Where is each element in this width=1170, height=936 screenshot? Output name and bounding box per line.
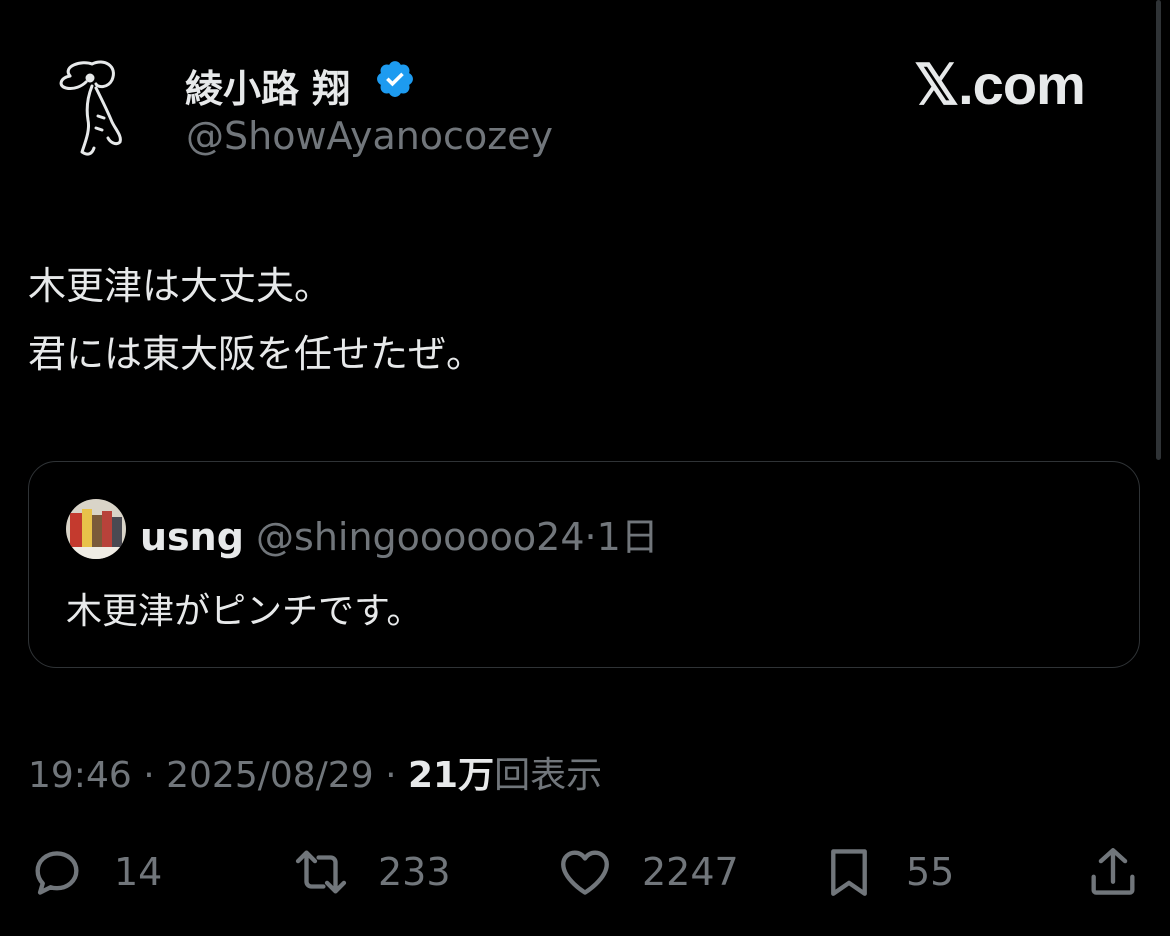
tweet-time[interactable]: 19:46 — [28, 755, 132, 796]
scrollbar[interactable] — [1156, 0, 1161, 460]
share-icon — [1091, 848, 1135, 895]
repost-icon — [295, 850, 347, 894]
heart-icon — [561, 850, 609, 895]
like-button[interactable]: 2247 — [556, 842, 739, 902]
bookmark-icon — [831, 849, 867, 896]
views-label: 回表示 — [494, 755, 603, 796]
tweet-line: 君には東大阪を任せたぜ。 — [28, 332, 485, 376]
quote-timestamp[interactable]: 1日 — [597, 515, 659, 559]
bookmark-button[interactable]: 55 — [820, 842, 954, 902]
author-display-name[interactable]: 綾小路 翔 — [185, 58, 350, 113]
tweet-date[interactable]: 2025/08/29 — [166, 755, 374, 796]
quote-author-avatar[interactable] — [66, 499, 126, 559]
views-count: 21万 — [407, 755, 495, 796]
site-branding: 𝕏.com — [914, 53, 1086, 116]
verified-badge-icon[interactable] — [374, 58, 416, 100]
tweet-meta: 19:46 · 2025/08/29 · 21万回表示 — [28, 746, 602, 798]
separator: · — [385, 755, 397, 796]
reply-button[interactable]: 14 — [28, 842, 162, 902]
author-avatar[interactable] — [52, 56, 132, 160]
repost-count: 233 — [378, 850, 451, 894]
bookmark-count: 55 — [906, 850, 955, 894]
tweet-text: 木更津は大丈夫。 君には東大阪を任せたぜ。 — [28, 252, 484, 388]
quote-author-handle[interactable]: @shingoooooo24 — [256, 515, 585, 559]
author-handle[interactable]: @ShowAyanocozey — [186, 114, 553, 158]
separator: · — [584, 515, 597, 559]
like-count: 2247 — [642, 850, 739, 894]
repost-button[interactable]: 233 — [292, 842, 451, 902]
separator: · — [143, 755, 155, 796]
reply-icon — [35, 851, 79, 895]
share-button[interactable] — [1084, 842, 1142, 902]
quote-text: 木更津がピンチです。 — [66, 591, 423, 632]
quote-author-name[interactable]: usng — [140, 515, 244, 559]
quote-tweet-card[interactable] — [28, 461, 1140, 668]
reply-count: 14 — [114, 850, 163, 894]
quote-header: usng @shingoooooo24·1日 — [140, 506, 659, 561]
tweet-line: 木更津は大丈夫。 — [28, 264, 333, 308]
